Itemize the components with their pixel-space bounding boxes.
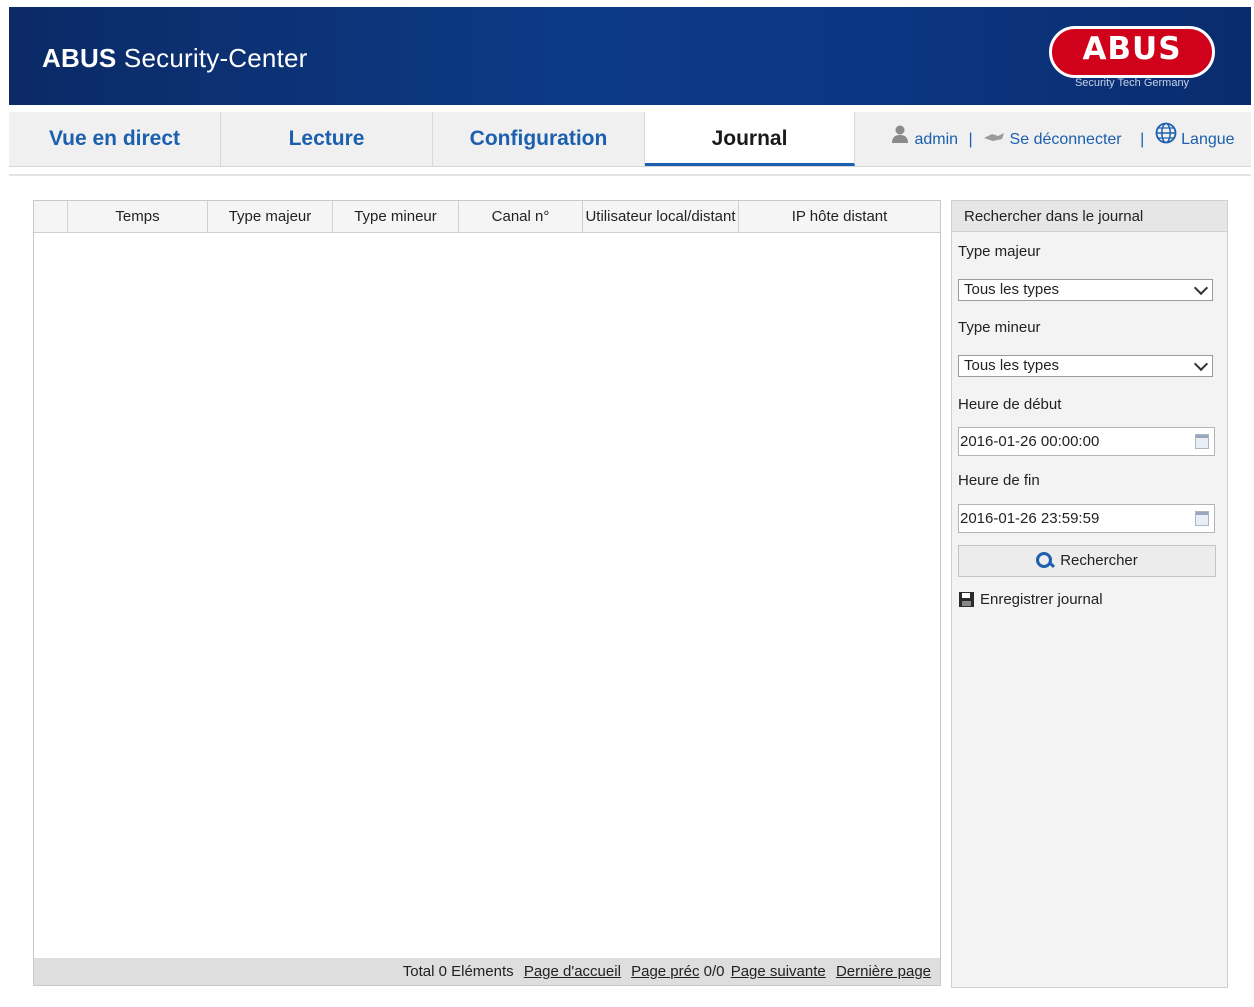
- tab-journal[interactable]: Journal: [645, 112, 855, 166]
- prev-page-link[interactable]: Page préc: [631, 963, 699, 980]
- minor-type-label: Type mineur: [958, 319, 1041, 336]
- next-page-link[interactable]: Page suivante: [731, 963, 826, 980]
- save-log-label: Enregistrer journal: [980, 591, 1103, 608]
- app-title: ABUS Security-Center: [42, 43, 308, 74]
- calendar-icon[interactable]: [1195, 511, 1209, 526]
- search-button-label: Rechercher: [1060, 552, 1138, 569]
- globe-icon: [1155, 112, 1177, 168]
- start-time-value: 2016-01-26 00:00:00: [960, 433, 1100, 450]
- pagination-bar: Total 0 Eléments Page d'accueil Page pré…: [34, 958, 940, 985]
- total-count: Total 0 Eléments: [402, 963, 514, 980]
- tab-configuration[interactable]: Configuration: [433, 112, 645, 166]
- app-header: ABUS Security-Center ABUS Security Tech …: [9, 7, 1251, 105]
- start-time-label: Heure de début: [958, 396, 1062, 413]
- major-type-select[interactable]: Tous les types: [958, 279, 1213, 301]
- end-time-value: 2016-01-26 23:59:59: [960, 510, 1100, 527]
- user-icon: [890, 112, 910, 168]
- minor-type-value: Tous les types: [964, 357, 1060, 374]
- first-page-link[interactable]: Page d'accueil: [524, 963, 621, 980]
- chevron-down-icon: [1193, 356, 1209, 372]
- major-type-value: Tous les types: [964, 281, 1060, 298]
- end-time-input[interactable]: 2016-01-26 23:59:59: [958, 504, 1215, 533]
- logo-text: ABUS: [1082, 31, 1182, 67]
- last-page-link[interactable]: Dernière page: [836, 963, 931, 980]
- app-title-brand: ABUS: [42, 43, 117, 73]
- log-search-panel: Rechercher dans le journal Type majeur T…: [951, 200, 1228, 988]
- end-time-label: Heure de fin: [958, 472, 1040, 489]
- logout-link[interactable]: Se déconnecter: [1010, 131, 1122, 148]
- column-header-select[interactable]: [34, 201, 68, 232]
- column-header-user[interactable]: Utilisateur local/distant: [583, 201, 739, 232]
- column-header-major-type[interactable]: Type majeur: [208, 201, 333, 232]
- panel-title: Rechercher dans le journal: [952, 201, 1227, 232]
- search-icon: [1036, 552, 1056, 569]
- user-name-link[interactable]: admin: [914, 131, 958, 148]
- minor-type-select[interactable]: Tous les types: [958, 355, 1213, 377]
- main-nav: Vue en direct Lecture Configuration Jour…: [9, 112, 1251, 167]
- app-title-product: Security-Center: [123, 43, 308, 73]
- major-type-label: Type majeur: [958, 243, 1041, 260]
- chevron-down-icon: [1193, 280, 1209, 296]
- column-header-minor-type[interactable]: Type mineur: [333, 201, 459, 232]
- column-header-time[interactable]: Temps: [68, 201, 208, 232]
- user-bar: admin | Se déconnecter | Langue: [890, 112, 1235, 166]
- log-table: Temps Type majeur Type mineur Canal n° U…: [33, 200, 941, 986]
- tab-playback[interactable]: Lecture: [221, 112, 433, 166]
- tab-live-view[interactable]: Vue en direct: [9, 112, 221, 166]
- content-divider: [9, 174, 1251, 176]
- floppy-disk-icon: [959, 591, 974, 607]
- column-header-channel[interactable]: Canal n°: [459, 201, 583, 232]
- abus-logo: ABUS Security Tech Germany: [1049, 26, 1219, 89]
- start-time-input[interactable]: 2016-01-26 00:00:00: [958, 427, 1215, 456]
- column-header-remote-ip[interactable]: IP hôte distant: [739, 201, 940, 232]
- search-button[interactable]: Rechercher: [958, 545, 1216, 577]
- save-log-link[interactable]: Enregistrer journal: [959, 591, 1103, 608]
- nav-separator: |: [1140, 131, 1145, 149]
- log-table-header: Temps Type majeur Type mineur Canal n° U…: [34, 201, 940, 233]
- calendar-icon[interactable]: [1195, 434, 1209, 449]
- language-link[interactable]: Langue: [1181, 131, 1234, 148]
- pager: Total 0 Eléments Page d'accueil Page pré…: [403, 958, 931, 985]
- page-indicator: 0/0: [703, 963, 725, 980]
- nav-separator: |: [968, 131, 973, 149]
- logo-tagline: Security Tech Germany: [1074, 77, 1190, 89]
- logout-icon: [983, 112, 1005, 168]
